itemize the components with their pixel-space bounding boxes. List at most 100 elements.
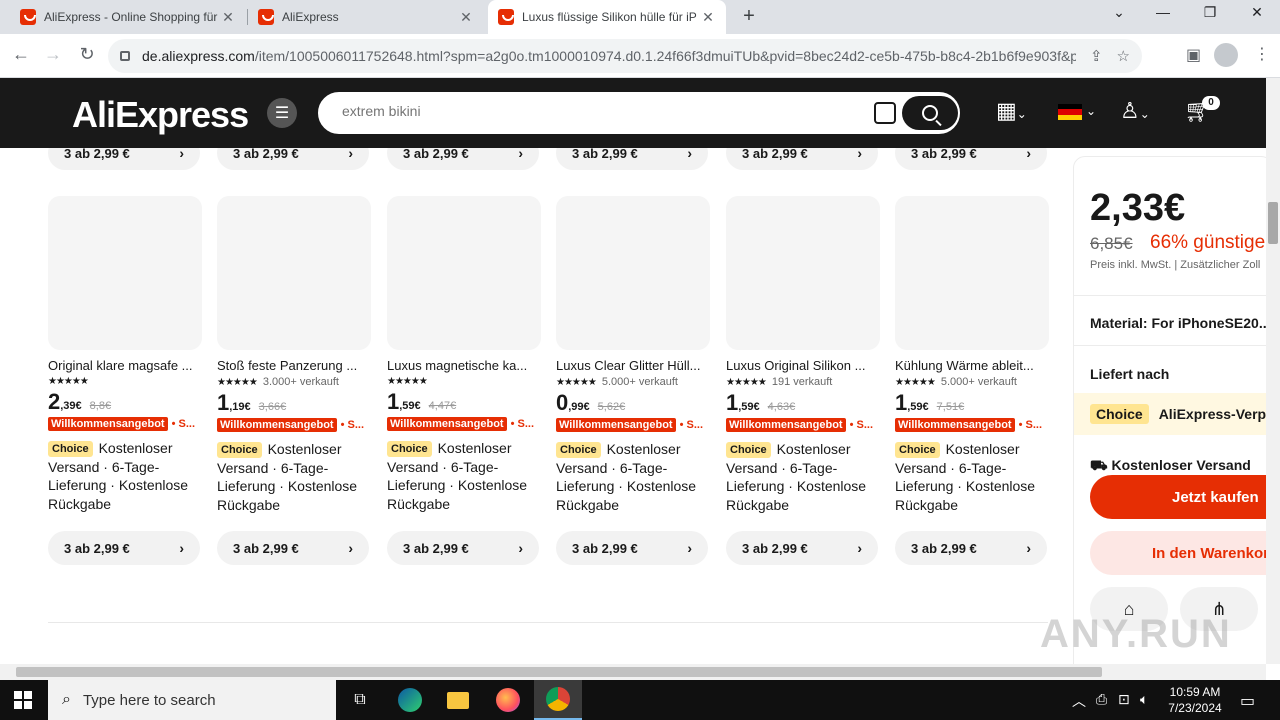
material-selector[interactable]: Material: For iPhoneSE20... [1090,315,1266,331]
star-rating-icon: ★★★★★ [48,376,89,387]
scrollbar-thumb[interactable] [1268,202,1278,244]
notifications-icon[interactable]: ▭ [1240,691,1255,711]
language-chevron-icon[interactable]: ⌄ [1086,104,1096,118]
germany-flag-icon[interactable] [1058,104,1082,120]
restore-icon[interactable]: ❐ [1198,4,1222,21]
shipping-info: Choice Kostenloser Versand · 6-Tage-Lief… [48,439,202,513]
current-price: 2,33€ [1090,187,1186,229]
bundle-deal-pill[interactable]: 3 ab 2,99 € › [387,531,539,565]
firefox-icon[interactable] [484,680,532,720]
taskbar-search-box[interactable]: ⌕ Type here to search [48,680,336,720]
chrome-icon[interactable] [534,680,582,720]
profile-avatar-icon[interactable] [1214,43,1238,67]
bundle-deal-pill[interactable]: 3 ab 2,99 € › [556,148,708,170]
network-device-icon[interactable]: ⎙ [1096,691,1107,708]
product-image[interactable] [387,196,541,350]
browser-tab-3-active[interactable]: Luxus flüssige Silikon hülle für iP ✕ [488,0,726,34]
original-price: 6,85€ [1090,234,1133,253]
welcome-deal-badge: Willkommensangebot [726,418,846,432]
tab-title: Luxus flüssige Silikon hülle für iP [522,10,697,24]
choice-commitment-banner[interactable]: Choice AliExpress-Verpflichtung [1074,393,1266,435]
product-image[interactable] [726,196,880,350]
chevron-right-icon: › [1026,148,1031,161]
original-price: 5,62€ [597,401,626,413]
product-title[interactable]: Luxus Original Silikon ... [726,358,880,373]
address-bar[interactable]: de.aliexpress.com/item/1005006011752648.… [108,39,1142,73]
product-card[interactable]: Original klare magsafe ... ★★★★★ 2,39€ 8,… [48,196,202,513]
choice-badge: Choice [217,442,262,458]
tab-close-icon[interactable]: ✕ [700,9,716,26]
product-card[interactable]: Kühlung Wärme ableit... ★★★★★ 5.000+ verk… [895,196,1049,514]
flag-stripe-gold [1058,114,1082,120]
browser-menu-icon[interactable]: ⋮ [1254,44,1270,64]
bundle-deal-pill[interactable]: 3 ab 2,99 € › [895,531,1047,565]
panel-divider [1074,295,1266,296]
bookmark-star-icon[interactable]: ☆ [1117,47,1130,65]
scrollbar-thumb[interactable] [16,667,1102,677]
product-title[interactable]: Luxus Clear Glitter Hüll... [556,358,710,373]
edge-browser-icon[interactable] [386,680,434,720]
forward-arrow-icon[interactable]: → [42,44,64,65]
new-tab-plus-icon[interactable]: + [738,5,760,28]
sidebar-panel-icon[interactable]: ▣ [1186,45,1201,65]
bundle-deal-pill[interactable]: 3 ab 2,99 € › [726,531,878,565]
pill-label: 3 ab 2,99 € [403,540,469,556]
search-input[interactable] [342,103,842,119]
minimize-icon[interactable]: — [1151,4,1175,20]
vertical-scrollbar[interactable] [1266,78,1280,664]
product-image[interactable] [556,196,710,350]
bundle-deal-pill[interactable]: 3 ab 2,99 € › [556,531,708,565]
show-hidden-icons-chevron-icon[interactable]: ︿ [1072,691,1086,711]
bundle-deal-pill[interactable]: 3 ab 2,99 € › [217,148,369,170]
product-title[interactable]: Stoß feste Panzerung ... [217,358,371,373]
truck-icon: ⛟ [1090,457,1108,473]
product-title[interactable]: Luxus magnetische ka... [387,358,541,373]
product-title[interactable]: Kühlung Wärme ableit... [895,358,1049,373]
close-window-icon[interactable]: ✕ [1245,4,1269,21]
url-text[interactable]: de.aliexpress.com/item/1005006011752648.… [142,48,1076,64]
bundle-deal-pill[interactable]: 3 ab 2,99 € › [387,148,539,170]
product-image[interactable] [48,196,202,350]
qr-code-icon[interactable]: ▦⌄ [996,98,1027,124]
product-rating: ★★★★★ 5.000+ verkauft [556,376,710,388]
product-image[interactable] [217,196,371,350]
delivery-to-label[interactable]: Liefert nach [1090,366,1169,382]
bundle-deal-pill[interactable]: 3 ab 2,99 € › [726,148,878,170]
network-icon[interactable]: ⊡ [1118,691,1130,708]
product-card[interactable]: Luxus magnetische ka... ★★★★★ 1,59€ 4,47€… [387,196,541,513]
reload-icon[interactable]: ↻ [76,44,98,65]
browser-tab-2[interactable]: AliExpress ✕ [248,0,484,34]
browser-tab-1[interactable]: AliExpress - Online Shopping für ✕ [10,0,246,34]
back-arrow-icon[interactable]: ← [10,44,32,65]
image-search-camera-icon[interactable] [874,102,896,124]
buy-now-button[interactable]: Jetzt kaufen [1090,475,1266,519]
product-card[interactable]: Stoß feste Panzerung ... ★★★★★ 3.000+ ver… [217,196,371,514]
price-decimal: ,59€ [907,401,929,413]
product-card[interactable]: Luxus Original Silikon ... ★★★★★ 191 verk… [726,196,880,514]
category-menu-button[interactable]: ☰ [267,98,297,128]
product-card[interactable]: Luxus Clear Glitter Hüll... ★★★★★ 5.000+ … [556,196,710,514]
volume-icon[interactable]: 🔈︎ [1140,691,1148,708]
tab-close-icon[interactable]: ✕ [220,9,236,26]
horizontal-scrollbar[interactable] [0,664,1266,680]
bundle-deal-pill[interactable]: 3 ab 2,99 € › [48,148,200,170]
aliexpress-logo[interactable]: AliExpress [72,94,249,136]
product-image[interactable] [895,196,1049,350]
share-icon[interactable]: ⇪ [1090,47,1103,65]
product-title[interactable]: Original klare magsafe ... [48,358,202,373]
add-to-cart-button[interactable]: In den Warenkorb [1090,531,1266,575]
search-button[interactable] [902,96,958,130]
product-price: 0,99€ 5,62€ [556,390,710,416]
choice-commitment-text: AliExpress-Verpflichtung [1158,406,1266,422]
file-explorer-icon[interactable] [434,680,482,720]
bundle-deal-pill[interactable]: 3 ab 2,99 € › [217,531,369,565]
windows-start-icon[interactable] [14,691,32,709]
task-view-icon[interactable]: ⧉ [336,680,384,720]
tab-search-chevron-icon[interactable]: ⌄ [1107,4,1131,21]
account-user-icon[interactable]: ♙⌄ [1120,98,1150,124]
panel-divider [1074,345,1266,346]
tab-close-icon[interactable]: ✕ [458,9,474,26]
system-clock[interactable]: 10:59 AM 7/23/2024 [1150,684,1240,716]
bundle-deal-pill[interactable]: 3 ab 2,99 € › [895,148,1047,170]
bundle-deal-pill[interactable]: 3 ab 2,99 € › [48,531,200,565]
